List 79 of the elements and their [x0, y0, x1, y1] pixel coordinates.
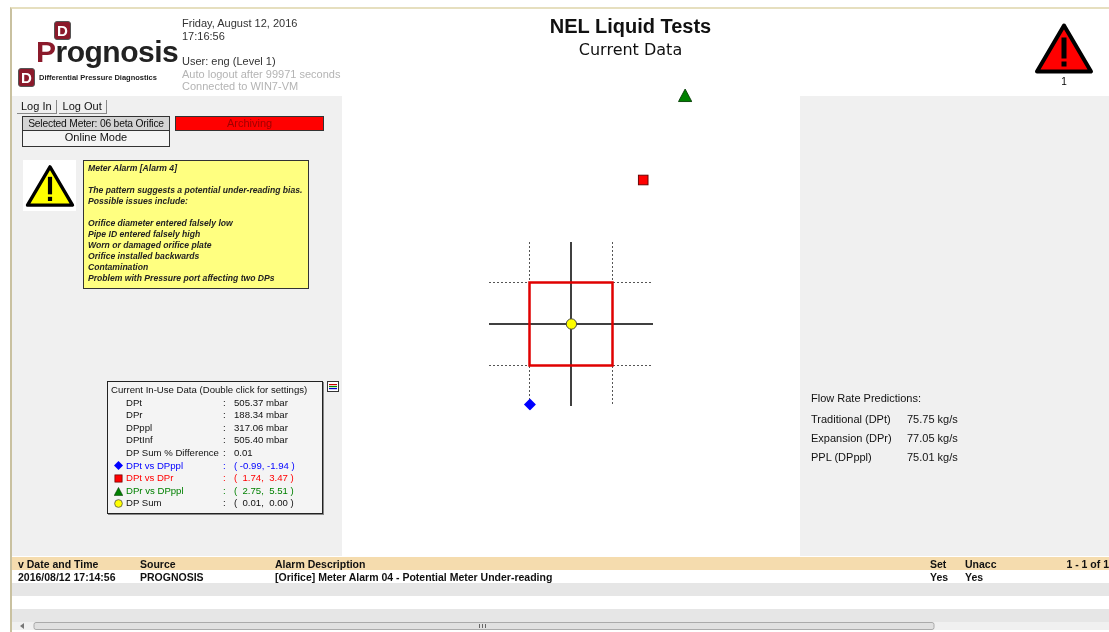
- logo-wordmark: Prognosis: [36, 37, 179, 67]
- separator-label: :: [223, 484, 227, 498]
- data-value: ( 1.74, 3.47 ): [234, 472, 295, 485]
- user-label: User: eng (Level 1): [182, 55, 277, 68]
- paging-label: 1 - 1 of 1: [1065, 557, 1109, 570]
- column-header[interactable]: Alarm Description: [275, 557, 930, 570]
- data-panel[interactable]: [107, 381, 323, 514]
- data-label: DPppl: [126, 421, 154, 435]
- separator-label: :: [223, 446, 227, 460]
- separator-label: :: [223, 497, 227, 510]
- issue-item: Orifice diameter entered falsely low: [88, 218, 234, 229]
- issue-item: Pipe ID entered falsely high: [88, 229, 202, 240]
- flow-value: 77.05 kg/s: [907, 432, 959, 444]
- column-header[interactable]: Unacc: [965, 557, 1065, 570]
- issue-item: Worn or damaged orifice plate: [88, 240, 213, 251]
- toolbar-button[interactable]: Log Out: [58, 100, 107, 114]
- issue-item: Orifice installed backwards: [88, 251, 201, 262]
- table-cell-text: Yes: [930, 570, 950, 583]
- data-label: DPt vs DPppl: [126, 459, 185, 473]
- data-label: DPt: [126, 396, 143, 410]
- column-header[interactable]: v Date and Time: [18, 557, 140, 570]
- time-label: 17:16:56: [182, 29, 226, 42]
- data-label: DPr vs DPppl: [126, 484, 185, 498]
- flow-title: Flow Rate Predictions:: [811, 392, 923, 404]
- alarm-message: Possible issues include:: [88, 196, 189, 207]
- alarm-title: Meter Alarm [Alarm 4]: [88, 163, 179, 174]
- logout-label: Auto logout after 99971 seconds: [182, 67, 342, 80]
- logo-letter: D: [18, 68, 35, 87]
- archiving-indicator: Archiving: [175, 116, 324, 131]
- data-value: 317.06 mbar: [234, 421, 289, 435]
- warning-icon: [24, 163, 75, 208]
- separator-label: :: [223, 459, 227, 473]
- table-cell-text: Yes: [965, 570, 985, 583]
- toolbar-button[interactable]: Log In: [17, 100, 57, 114]
- flow-value: 75.01 kg/s: [907, 451, 959, 463]
- column-header[interactable]: Set: [930, 557, 965, 570]
- separator-label: :: [223, 409, 227, 422]
- data-label: DPtInf: [126, 434, 154, 447]
- flow-label: PPL (DPppl): [811, 451, 873, 463]
- warning-icon: [1034, 22, 1094, 75]
- flow-label: Traditional (DPt): [811, 413, 892, 425]
- panel-title: Current In-Use Data (Double click for settings): [111, 384, 309, 397]
- data-label: DPt vs DPr: [126, 472, 175, 485]
- data-value: 505.40 mbar: [234, 434, 289, 447]
- issue-item: Contamination: [88, 262, 150, 273]
- list-icon[interactable]: [327, 381, 339, 392]
- separator-label: :: [223, 421, 227, 435]
- separator-label: :: [223, 472, 227, 485]
- data-value: 0.01: [234, 446, 254, 460]
- page-subtitle: Current Data: [578, 40, 683, 59]
- page-title: NEL Liquid Tests: [549, 15, 712, 38]
- alarm-count: 1: [1061, 76, 1067, 87]
- logo-letter: D: [54, 21, 71, 40]
- connection-label: Connected to WIN7-VM: [182, 80, 300, 93]
- circle-data-point: [566, 318, 577, 330]
- date-label: Friday, August 12, 2016: [182, 17, 299, 30]
- data-label: DP Sum: [126, 497, 163, 510]
- mode-button[interactable]: Online Mode: [22, 131, 170, 147]
- data-label: DPr: [126, 409, 144, 422]
- triangle-data-point: [678, 89, 692, 102]
- square-data-point: [638, 175, 648, 185]
- separator-label: :: [223, 396, 227, 410]
- flow-value: 75.75 kg/s: [907, 413, 959, 425]
- separator-label: :: [223, 434, 227, 447]
- data-value: ( 0.01, 0.00 ): [234, 497, 295, 510]
- table-cell-text: [Orifice] Meter Alarm 04 - Potential Meter Under-reading: [275, 570, 554, 583]
- data-value: 505.37 mbar: [234, 396, 289, 410]
- data-value: 188.34 mbar: [234, 409, 289, 422]
- column-header[interactable]: Source: [140, 557, 275, 570]
- data-value: ( -0.99, -1.94 ): [234, 459, 296, 473]
- issue-item: Problem with Pressure port affecting two DPs: [88, 273, 276, 284]
- data-label: DP Sum % Difference: [126, 446, 220, 460]
- diamond-data-point: [523, 398, 536, 411]
- data-value: ( 2.75, 5.51 ): [234, 484, 295, 498]
- meter-selector[interactable]: Selected Meter: 06 beta Orifice: [22, 116, 170, 131]
- table-cell-text: 2016/08/12 17:14:56: [18, 570, 117, 583]
- flow-label: Expansion (DPr): [811, 432, 893, 444]
- alarm-message: The pattern suggests a potential under-reading bias.: [88, 185, 304, 196]
- table-cell-text: PROGNOSIS: [140, 570, 205, 583]
